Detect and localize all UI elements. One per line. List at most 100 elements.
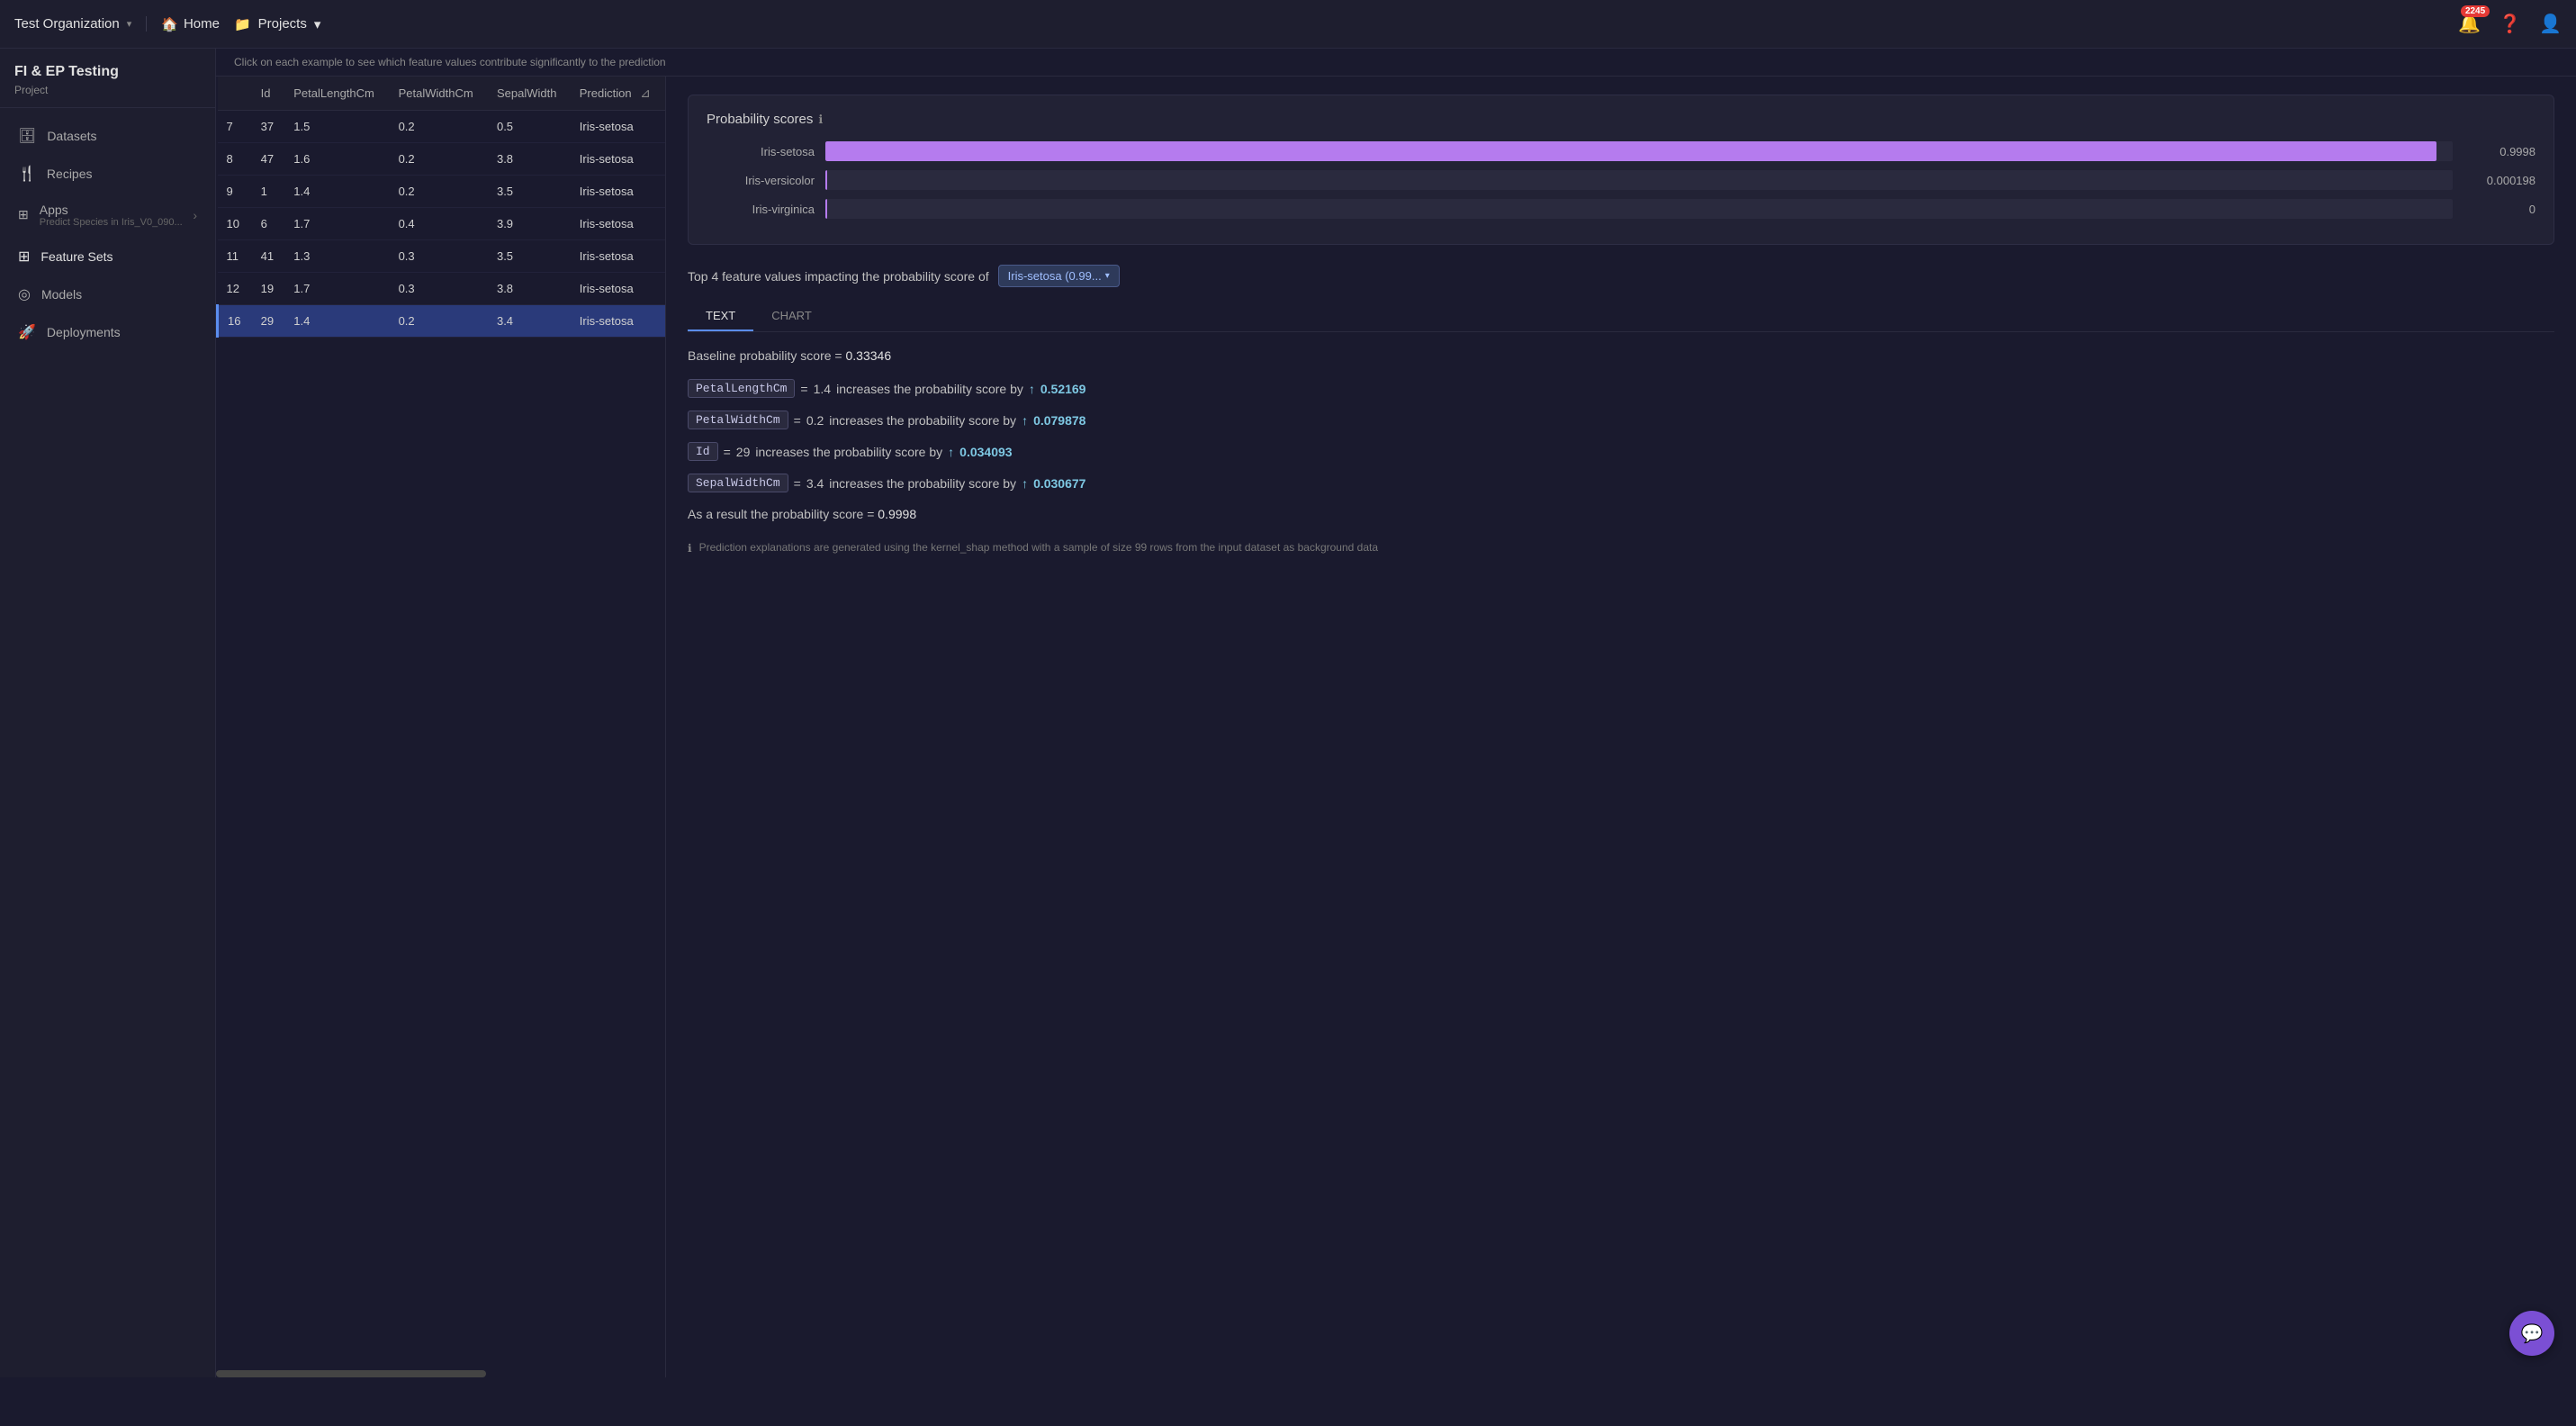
- table-panel: Id PetalLengthCm PetalWidthCm SepalWidth…: [216, 77, 666, 1377]
- scores-container: Iris-setosa 0.9998 Iris-versicolor 0.000…: [707, 141, 2535, 219]
- filter-icon[interactable]: ⊿: [640, 86, 651, 100]
- feature-text: increases the probability score by: [829, 476, 1016, 491]
- sidebar-models-label: Models: [41, 287, 82, 302]
- table-row[interactable]: 7 37 1.5 0.2 0.5 Iris-setosa: [218, 111, 666, 143]
- feature-chip: PetalWidthCm: [688, 411, 788, 429]
- cell-rownum: 8: [218, 143, 252, 176]
- cell-id: 41: [252, 240, 285, 273]
- col-header-rownum: [218, 77, 252, 111]
- tab-chart[interactable]: CHART: [753, 302, 830, 331]
- home-icon: 🏠: [161, 16, 178, 32]
- col-header-petal-wid[interactable]: PetalWidthCm: [390, 77, 488, 111]
- cell-id: 37: [252, 111, 285, 143]
- table-row[interactable]: 10 6 1.7 0.4 3.9 Iris-setosa: [218, 208, 666, 240]
- feature-sets-icon: ⊞: [18, 248, 30, 266]
- score-label: Iris-versicolor: [707, 174, 815, 187]
- table-row[interactable]: 8 47 1.6 0.2 3.8 Iris-setosa: [218, 143, 666, 176]
- cell-rownum: 16: [218, 305, 252, 338]
- baseline-row: Baseline probability score = 0.33346: [688, 348, 2554, 363]
- score-bar: [825, 170, 827, 190]
- horizontal-scrollbar[interactable]: [216, 1370, 665, 1377]
- cell-petal-wid: 0.2: [390, 143, 488, 176]
- chat-bubble-button[interactable]: 💬: [2509, 1311, 2554, 1356]
- cell-petal-len: 1.6: [284, 143, 389, 176]
- cell-sepal: 3.5: [488, 240, 571, 273]
- sidebar-item-recipes[interactable]: 🍴 Recipes: [0, 155, 215, 193]
- help-icon[interactable]: ❓: [2499, 13, 2521, 35]
- home-link[interactable]: 🏠 Home: [161, 16, 220, 32]
- col-header-prediction[interactable]: Prediction ⊿: [571, 77, 665, 111]
- sidebar-nav: 🗄 Datasets 🍴 Recipes ⊞ Apps Predict Spec…: [0, 108, 215, 1377]
- cell-petal-len: 1.7: [284, 273, 389, 305]
- cell-petal-wid: 0.4: [390, 208, 488, 240]
- table-row[interactable]: 9 1 1.4 0.2 3.5 Iris-setosa: [218, 176, 666, 208]
- table-row[interactable]: 12 19 1.7 0.3 3.8 Iris-setosa: [218, 273, 666, 305]
- apps-icon: ⊞: [18, 207, 29, 222]
- table-row[interactable]: 16 29 1.4 0.2 3.4 Iris-setosa: [218, 305, 666, 338]
- probability-scores-title: Probability scores ℹ: [707, 112, 2535, 127]
- features-container: PetalLengthCm = 1.4 increases the probab…: [688, 379, 2554, 492]
- projects-chevron-icon: ▾: [314, 16, 321, 32]
- cell-rownum: 12: [218, 273, 252, 305]
- feature-text: increases the probability score by: [755, 445, 942, 459]
- subtitle-text: Click on each example to see which featu…: [234, 56, 666, 68]
- col-header-petal-len[interactable]: PetalLengthCm: [284, 77, 389, 111]
- top4-title: Top 4 feature values impacting the proba…: [688, 269, 989, 284]
- sidebar-item-models[interactable]: ◎ Models: [0, 275, 215, 313]
- cell-petal-wid: 0.2: [390, 176, 488, 208]
- sidebar-item-apps[interactable]: ⊞ Apps Predict Species in Iris_V0_090...…: [0, 193, 215, 238]
- cell-sepal: 3.8: [488, 273, 571, 305]
- projects-link[interactable]: 📁 Projects ▾: [234, 16, 320, 32]
- apps-arrow-icon: ›: [193, 208, 197, 222]
- main-content: Click on each example to see which featu…: [216, 49, 2576, 1377]
- feature-val: 3.4: [806, 476, 824, 491]
- chat-icon: 💬: [2521, 1322, 2544, 1345]
- sidebar: FI & EP Testing Project 🗄 Datasets 🍴 Rec…: [0, 49, 216, 1377]
- table-scroll[interactable]: Id PetalLengthCm PetalWidthCm SepalWidth…: [216, 77, 665, 1370]
- cell-petal-len: 1.4: [284, 305, 389, 338]
- user-icon[interactable]: 👤: [2539, 13, 2562, 35]
- score-value: 0.000198: [2463, 174, 2535, 187]
- top4-target-badge[interactable]: Iris-setosa (0.99... ▾: [998, 265, 1120, 287]
- prob-info-icon[interactable]: ℹ: [818, 113, 823, 127]
- scroll-thumb[interactable]: [216, 1370, 486, 1377]
- probability-scores-card: Probability scores ℹ Iris-setosa 0.9998 …: [688, 95, 2554, 245]
- projects-label: Projects: [258, 16, 307, 32]
- org-chevron-icon: ▾: [127, 18, 132, 30]
- feature-chip: SepalWidthCm: [688, 474, 788, 492]
- cell-rownum: 11: [218, 240, 252, 273]
- org-switcher[interactable]: Test Organization ▾: [14, 16, 147, 32]
- notifications-button[interactable]: 🔔 2245: [2458, 13, 2481, 35]
- feature-row: PetalWidthCm = 0.2 increases the probabi…: [688, 411, 2554, 429]
- sidebar-item-datasets[interactable]: 🗄 Datasets: [0, 117, 215, 155]
- col-header-id[interactable]: Id: [252, 77, 285, 111]
- sidebar-item-deployments[interactable]: 🚀 Deployments: [0, 313, 215, 351]
- up-arrow-icon: ↑: [1022, 413, 1028, 428]
- cell-petal-wid: 0.3: [390, 273, 488, 305]
- up-arrow-icon: ↑: [948, 445, 954, 459]
- feature-eq: =: [724, 445, 731, 459]
- table-row[interactable]: 11 41 1.3 0.3 3.5 Iris-setosa: [218, 240, 666, 273]
- cell-sepal: 3.8: [488, 143, 571, 176]
- home-label: Home: [184, 16, 220, 32]
- cell-prediction: Iris-setosa: [571, 273, 665, 305]
- feature-val: 1.4: [814, 382, 831, 396]
- score-value: 0.9998: [2463, 145, 2535, 158]
- footnote-text: Prediction explanations are generated us…: [699, 539, 1378, 555]
- tab-text[interactable]: TEXT: [688, 302, 753, 331]
- cell-prediction: Iris-setosa: [571, 111, 665, 143]
- cell-sepal: 3.5: [488, 176, 571, 208]
- cell-petal-wid: 0.2: [390, 111, 488, 143]
- deployments-icon: 🚀: [18, 323, 36, 341]
- feature-row: Id = 29 increases the probability score …: [688, 442, 2554, 461]
- sidebar-item-feature-sets[interactable]: ⊞ Feature Sets: [0, 238, 215, 275]
- org-name: Test Organization: [14, 16, 120, 32]
- cell-sepal: 3.4: [488, 305, 571, 338]
- datasets-icon: 🗄: [18, 127, 36, 145]
- score-row: Iris-virginica 0: [707, 199, 2535, 219]
- score-bar-container: [825, 141, 2453, 161]
- recipes-icon: 🍴: [18, 165, 36, 183]
- col-header-sepal[interactable]: SepalWidth: [488, 77, 571, 111]
- score-bar-container: [825, 199, 2453, 219]
- up-arrow-icon: ↑: [1022, 476, 1028, 491]
